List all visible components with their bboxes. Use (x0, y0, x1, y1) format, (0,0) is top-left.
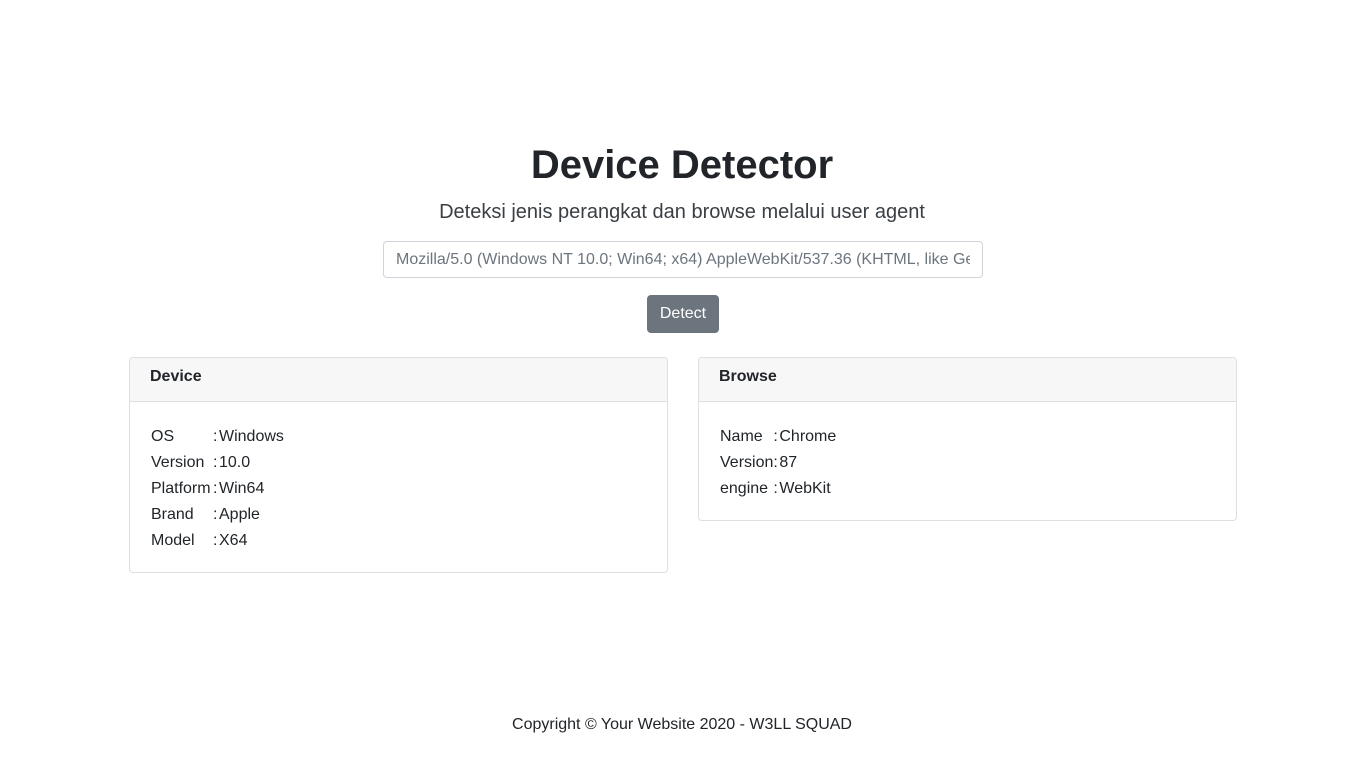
device-value: 10.0 (219, 454, 251, 471)
device-row-brand: Brand : Apple (151, 502, 284, 528)
device-label: Model (151, 532, 195, 549)
device-row-version: Version : 10.0 (151, 450, 284, 476)
browse-label: engine (720, 480, 769, 497)
device-value: X64 (219, 532, 248, 549)
device-info-table: OS : Windows Version : 10.0 Platform : W… (151, 424, 284, 554)
browse-value: 87 (779, 454, 798, 471)
device-row-model: Model : X64 (151, 528, 284, 554)
device-value: Windows (219, 428, 284, 445)
device-card: Device OS : Windows Version : 10.0 Platf… (129, 357, 668, 573)
device-label: Version (151, 454, 205, 471)
device-label: Platform (151, 480, 211, 497)
device-value: Apple (219, 506, 260, 523)
page: Device Detector Deteksi jenis perangkat … (0, 0, 1364, 764)
browse-card-body: Name : Chrome Version : 87 engine : WebK… (699, 402, 1236, 502)
detect-button[interactable]: Detect (647, 295, 719, 333)
browse-row-version: Version : 87 (720, 450, 836, 476)
device-label: Brand (151, 506, 194, 523)
device-card-header: Device (130, 358, 667, 402)
page-title: Device Detector (530, 143, 834, 187)
browse-value: Chrome (779, 428, 837, 445)
browse-row-engine: engine : WebKit (720, 476, 836, 502)
footer-copyright: Copyright © Your Website 2020 - W3LL SQU… (512, 716, 852, 733)
browse-row-name: Name : Chrome (720, 424, 836, 450)
browse-value: WebKit (779, 480, 831, 497)
browse-card: Browse Name : Chrome Version : 87 engine… (698, 357, 1237, 521)
browse-card-header: Browse (699, 358, 1236, 402)
device-value: Win64 (219, 480, 265, 497)
device-row-os: OS : Windows (151, 424, 284, 450)
user-agent-input[interactable] (383, 241, 983, 278)
browse-label: Version (720, 454, 774, 471)
browse-label: Name (720, 428, 763, 445)
page-subtitle: Deteksi jenis perangkat dan browse melal… (439, 201, 925, 223)
browse-info-table: Name : Chrome Version : 87 engine : WebK… (720, 424, 836, 502)
device-label: OS (151, 428, 175, 445)
device-card-body: OS : Windows Version : 10.0 Platform : W… (130, 402, 667, 554)
device-row-platform: Platform : Win64 (151, 476, 284, 502)
